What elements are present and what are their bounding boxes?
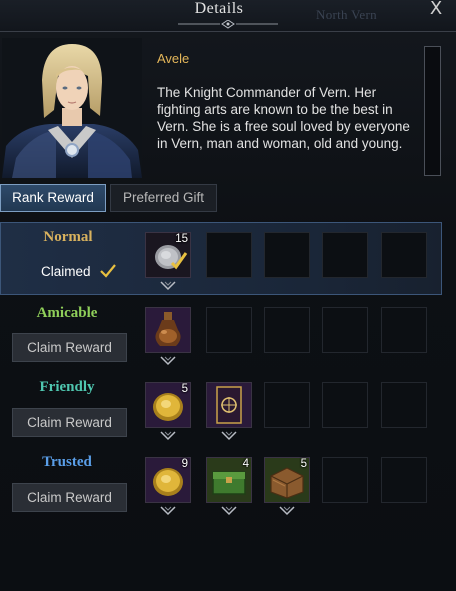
reward-slot[interactable]: 5 xyxy=(145,382,191,428)
reward-slot[interactable]: 15 xyxy=(145,232,191,278)
potion-flask-icon xyxy=(155,312,181,346)
character-description: The Knight Commander of Vern. Her fighti… xyxy=(157,85,410,151)
empty-reward-slot xyxy=(381,232,427,278)
item-count: 5 xyxy=(181,383,188,395)
expand-chevron-icon[interactable] xyxy=(278,504,296,518)
reward-slot[interactable] xyxy=(206,382,252,428)
reward-slot[interactable]: 9 xyxy=(145,457,191,503)
title-ornament-icon xyxy=(178,20,278,29)
reward-slot[interactable]: 5 xyxy=(264,457,310,503)
claimed-status: Claimed xyxy=(41,264,91,279)
tab-rank-reward[interactable]: Rank Reward xyxy=(0,184,106,212)
empty-reward-slot xyxy=(264,232,310,278)
check-icon xyxy=(100,264,116,278)
details-panel: North Vern Details X Avele The Knight Co… xyxy=(0,0,456,591)
item-count: 5 xyxy=(300,458,307,470)
card-icon xyxy=(216,386,242,424)
expand-chevron-icon[interactable] xyxy=(159,279,177,293)
empty-reward-slot xyxy=(264,307,310,353)
rank-label-normal: Normal xyxy=(43,229,93,245)
expand-chevron-icon[interactable] xyxy=(159,504,177,518)
character-name: Avele xyxy=(157,51,190,66)
empty-reward-slot xyxy=(381,382,427,428)
claim-reward-button[interactable]: Claim Reward xyxy=(12,408,127,437)
header-bar: North Vern Details X xyxy=(0,0,456,32)
description-scrollbar[interactable] xyxy=(424,46,441,176)
expand-chevron-icon[interactable] xyxy=(159,354,177,368)
item-count: 15 xyxy=(175,233,188,245)
empty-reward-slot xyxy=(322,457,368,503)
rank-label-trusted: Trusted xyxy=(42,454,92,470)
expand-chevron-icon[interactable] xyxy=(220,429,238,443)
expand-chevron-icon[interactable] xyxy=(220,504,238,518)
empty-reward-slot xyxy=(322,232,368,278)
reward-slot[interactable]: 4 xyxy=(206,457,252,503)
empty-reward-slot xyxy=(381,307,427,353)
empty-reward-slot xyxy=(322,382,368,428)
character-portrait xyxy=(2,38,142,178)
claim-reward-button[interactable]: Claim Reward xyxy=(12,333,127,362)
panel-title: Details xyxy=(194,0,244,17)
reward-slot[interactable] xyxy=(145,307,191,353)
empty-reward-slot xyxy=(264,382,310,428)
empty-reward-slot xyxy=(206,232,252,278)
expand-chevron-icon[interactable] xyxy=(159,429,177,443)
item-count: 9 xyxy=(181,458,188,470)
empty-reward-slot xyxy=(381,457,427,503)
rank-label-friendly: Friendly xyxy=(39,379,95,395)
claim-reward-button[interactable]: Claim Reward xyxy=(12,483,127,512)
item-count: 4 xyxy=(242,458,249,470)
empty-reward-slot xyxy=(206,307,252,353)
tab-preferred-gift[interactable]: Preferred Gift xyxy=(110,184,217,212)
close-button[interactable]: X xyxy=(425,0,447,20)
empty-reward-slot xyxy=(322,307,368,353)
rank-label-amicable: Amicable xyxy=(36,305,98,321)
